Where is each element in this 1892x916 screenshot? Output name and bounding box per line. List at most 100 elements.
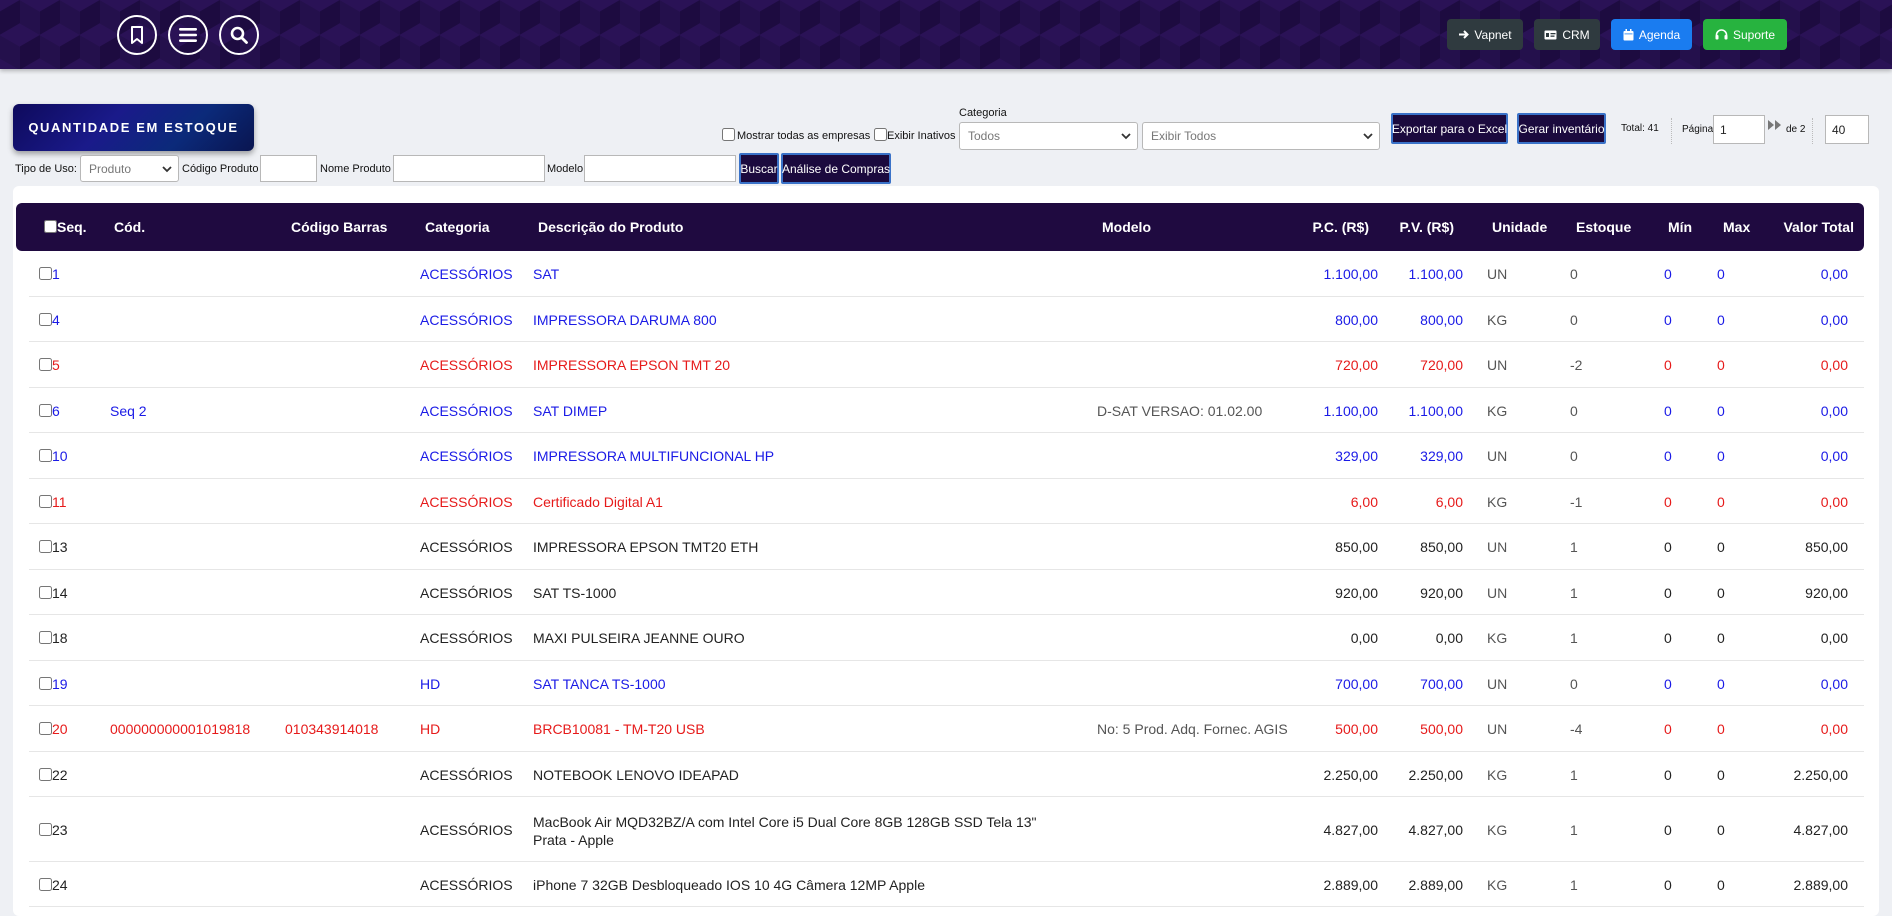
col-pc[interactable]: P.C. (R$) <box>1311 219 1369 235</box>
search-button[interactable] <box>219 15 259 55</box>
seq-cell: 11 <box>52 494 67 510</box>
seq-cell: 13 <box>52 539 68 555</box>
col-valor-total[interactable]: Valor Total <box>1779 219 1854 235</box>
row-checkbox[interactable] <box>39 540 52 553</box>
row-checkbox[interactable] <box>39 631 52 644</box>
col-pv[interactable]: P.V. (R$) <box>1394 219 1454 235</box>
descricao-cell: SAT <box>533 266 560 282</box>
table-row[interactable]: 11 ACESSÓRIOS Certificado Digital A1 6,00 6,… <box>29 479 1864 524</box>
descricao-cell: SAT DIMEP <box>533 403 608 419</box>
estoque-cell: 0 <box>1570 312 1578 328</box>
pv-cell: 500,00 <box>1420 721 1463 737</box>
valor-total-cell: 0,00 <box>1820 676 1848 692</box>
table-row[interactable]: 6 Seq 2 ACESSÓRIOS SAT DIMEP D-SAT VERSAO: 0… <box>29 388 1864 433</box>
exibir-select[interactable]: Exibir Todos <box>1142 122 1380 150</box>
col-descricao[interactable]: Descrição do Produto <box>538 219 683 235</box>
row-checkbox[interactable] <box>39 495 52 508</box>
descricao-cell: SAT TANCA TS-1000 <box>533 676 666 692</box>
col-min[interactable]: Mín <box>1668 219 1692 235</box>
row-checkbox[interactable] <box>39 267 52 280</box>
table-row[interactable]: 1 ACESSÓRIOS SAT 1.100,00 1.100,00 UN 0 0 0 0,00 <box>29 251 1864 297</box>
exportar-excel-button[interactable]: Exportar para o Excel <box>1391 113 1508 144</box>
bookmark-button[interactable] <box>117 15 157 55</box>
pv-cell: 720,00 <box>1420 357 1463 373</box>
max-cell: 0 <box>1717 721 1725 737</box>
min-cell: 0 <box>1664 630 1672 646</box>
estoque-cell: 1 <box>1570 585 1578 601</box>
estoque-cell: 0 <box>1570 676 1578 692</box>
divider <box>1671 118 1672 144</box>
tipo-uso-select[interactable]: Produto <box>80 155 179 182</box>
pagina-input[interactable]: 1 <box>1713 115 1765 144</box>
row-checkbox[interactable] <box>39 404 52 417</box>
row-checkbox[interactable] <box>39 586 52 599</box>
suporte-button[interactable]: Suporte <box>1703 19 1787 50</box>
vapnet-button[interactable]: Vapnet <box>1447 19 1523 50</box>
row-checkbox[interactable] <box>39 823 52 836</box>
table-row[interactable]: 23 ACESSÓRIOS MacBook Air MQD32BZ/A com In… <box>29 797 1864 862</box>
row-checkbox[interactable] <box>39 677 52 690</box>
chevron-down-icon <box>1363 133 1373 140</box>
modelo-cell: No: 5 Prod. Adq. Fornec. AGIS <box>1097 721 1288 737</box>
total-pages: de 2 <box>1786 124 1806 135</box>
table-row[interactable]: 14 ACESSÓRIOS SAT TS-1000 920,00 920,00 UN 1 0 0… <box>29 570 1864 615</box>
agenda-button[interactable]: Agenda <box>1611 19 1692 50</box>
categoria-cell: ACESSÓRIOS <box>420 312 513 328</box>
table-row[interactable]: 22 ACESSÓRIOS NOTEBOOK LENOVO IDEAPAD 2.250… <box>29 752 1864 797</box>
exibir-inativos-checkbox[interactable] <box>874 128 887 141</box>
mostrar-todas-checkbox[interactable] <box>722 128 735 141</box>
unidade-cell: KG <box>1487 494 1508 510</box>
select-all-checkbox[interactable] <box>44 220 57 233</box>
next-page-icon[interactable] <box>1767 119 1783 131</box>
pv-cell: 1.100,00 <box>1408 266 1464 282</box>
descricao-cell: IMPRESSORA EPSON TMT20 ETH <box>533 539 759 555</box>
nome-produto-input[interactable] <box>393 155 545 182</box>
crm-button[interactable]: CRM <box>1534 19 1600 50</box>
row-checkbox[interactable] <box>39 358 52 371</box>
descricao-cell: IMPRESSORA EPSON TMT 20 <box>533 357 731 373</box>
table-row[interactable]: 13 ACESSÓRIOS IMPRESSORA EPSON TMT20 ETH 85… <box>29 524 1864 570</box>
menu-button[interactable] <box>168 15 208 55</box>
gerar-inventario-button[interactable]: Gerar inventário <box>1517 113 1606 144</box>
categoria-cell: ACESSÓRIOS <box>420 494 513 510</box>
col-unidade[interactable]: Unidade <box>1492 219 1547 235</box>
unidade-cell: KG <box>1487 767 1508 783</box>
per-page-input[interactable]: 40 <box>1825 115 1869 144</box>
modelo-input[interactable] <box>584 155 736 182</box>
table-row[interactable]: 24 ACESSÓRIOS iPhone 7 32GB Desbloqueado I… <box>29 862 1864 907</box>
table-row[interactable]: 4 ACESSÓRIOS IMPRESSORA DARUMA 800 800,00 80… <box>29 297 1864 342</box>
codigo-produto-input[interactable] <box>260 155 317 182</box>
table-row[interactable]: 18 ACESSÓRIOS MAXI PULSEIRA JEANNE OURO 0,0… <box>29 615 1864 661</box>
col-seq[interactable]: Seq. <box>57 219 87 235</box>
categoria-select[interactable]: Todos <box>959 122 1138 150</box>
col-codigo-barras[interactable]: Código Barras <box>291 219 387 235</box>
col-categoria[interactable]: Categoria <box>425 219 490 235</box>
categoria-select-value: Todos <box>968 129 1001 143</box>
valor-total-cell: 0,00 <box>1820 403 1848 419</box>
pagina-label: Página <box>1682 124 1714 135</box>
descricao-line: Prata - Apple <box>533 832 614 848</box>
col-cod[interactable]: Cód. <box>114 219 145 235</box>
buscar-button[interactable]: Buscar <box>739 153 779 184</box>
col-max[interactable]: Max <box>1723 219 1750 235</box>
max-cell: 0 <box>1717 676 1725 692</box>
max-cell: 0 <box>1717 822 1725 838</box>
analise-compras-button[interactable]: Análise de Compras <box>781 153 891 184</box>
row-checkbox[interactable] <box>39 878 52 891</box>
table-row[interactable]: 20 000000000001019818 010343914018 HD BRCB10… <box>29 706 1864 752</box>
row-checkbox[interactable] <box>39 449 52 462</box>
cod-cell: 000000000001019818 <box>110 721 251 737</box>
descricao-cell: iPhone 7 32GB Desbloqueado IOS 10 4G Câm… <box>533 877 925 893</box>
table-row[interactable]: 19 HD SAT TANCA TS-1000 700,00 700,00 UN 0 0 0 0,… <box>29 661 1864 706</box>
min-cell: 0 <box>1664 403 1672 419</box>
row-checkbox[interactable] <box>39 722 52 735</box>
row-checkbox[interactable] <box>39 313 52 326</box>
table-row[interactable]: 10 ACESSÓRIOS IMPRESSORA MULTIFUNCIONAL HP… <box>29 433 1864 479</box>
pc-cell: 800,00 <box>1335 312 1378 328</box>
row-checkbox[interactable] <box>39 768 52 781</box>
categoria-cell: ACESSÓRIOS <box>420 539 513 555</box>
table-row[interactable]: 5 ACESSÓRIOS IMPRESSORA EPSON TMT 20 720,00… <box>29 342 1864 388</box>
col-modelo[interactable]: Modelo <box>1102 219 1151 235</box>
estoque-cell: 1 <box>1570 822 1578 838</box>
col-estoque[interactable]: Estoque <box>1576 219 1631 235</box>
